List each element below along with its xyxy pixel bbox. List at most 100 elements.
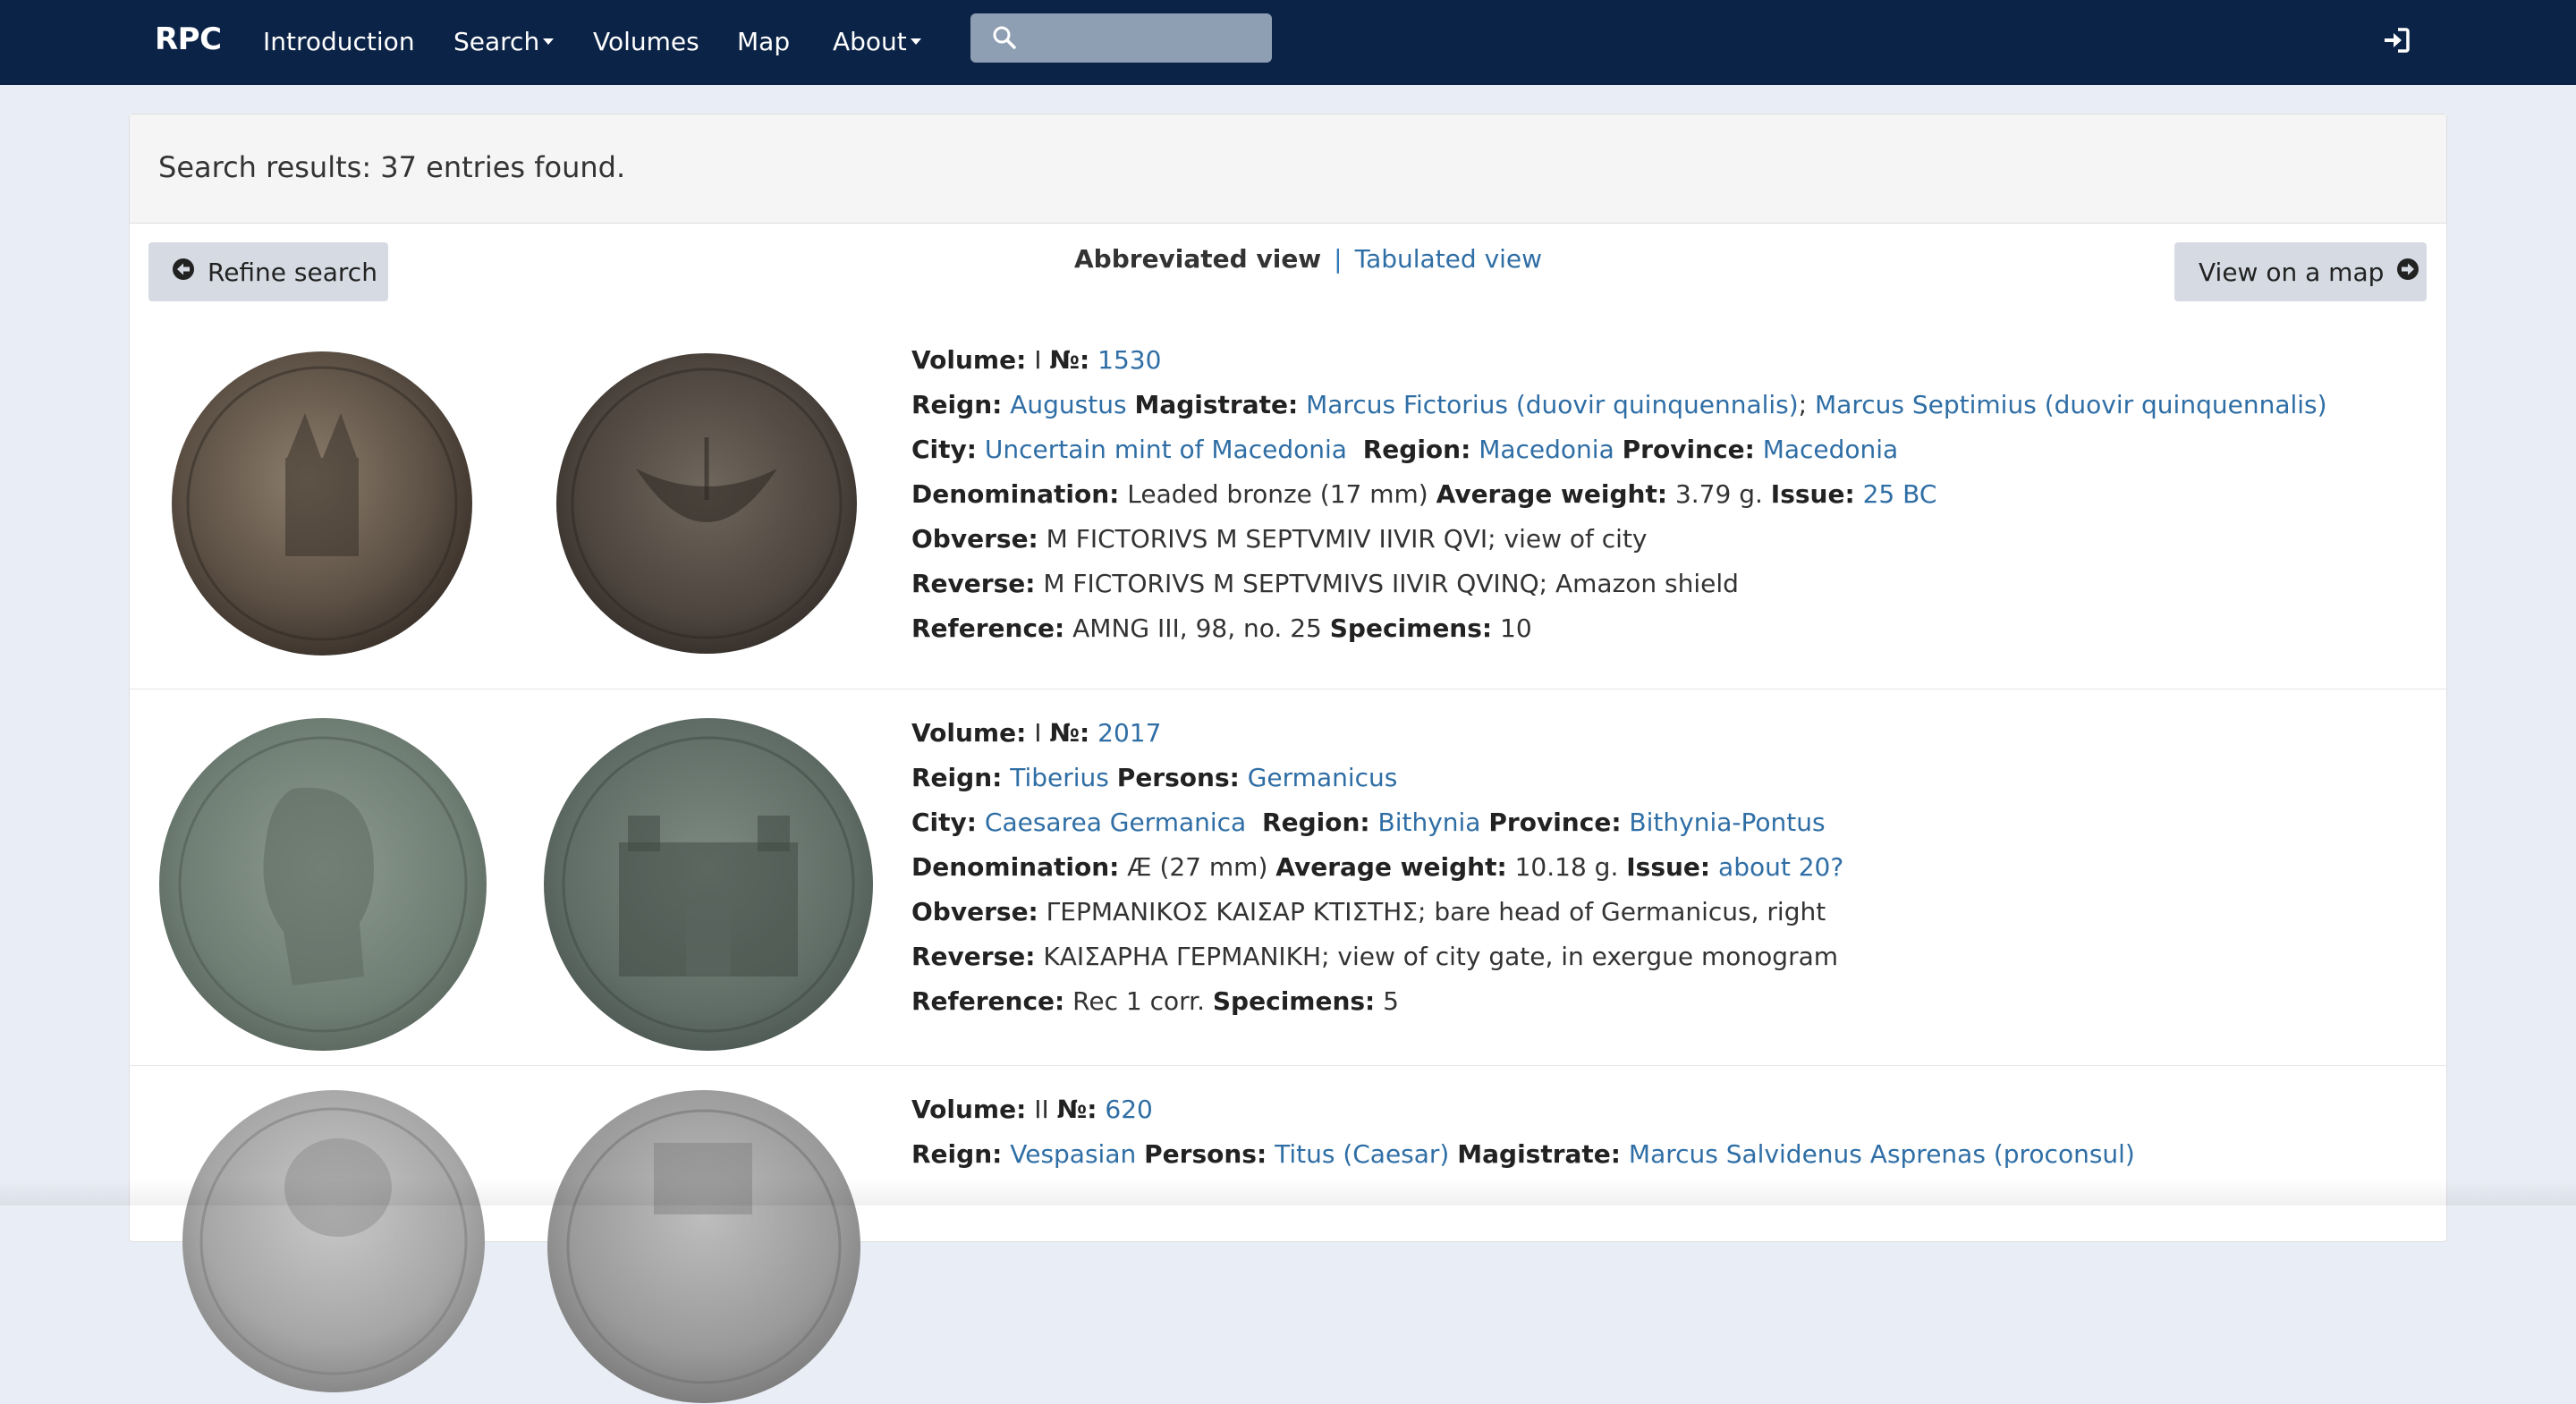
sign-in-icon[interactable]: [2381, 25, 2411, 59]
reverse-value: ΚΑΙΣΑΡΗΑ ΓΕΡΜΑΝΙΚΗ; view of city gate, i…: [1043, 942, 1839, 971]
magistrate-link[interactable]: Marcus Septimius (duovir quinquennalis): [1815, 390, 2327, 419]
region-link[interactable]: Bithynia: [1378, 808, 1481, 837]
coin-reverse-image[interactable]: [547, 1089, 861, 1404]
nav-about-label: About: [833, 27, 907, 56]
denomination-value: Leaded bronze (17 mm): [1127, 479, 1428, 509]
coin-obverse-image[interactable]: [171, 351, 473, 656]
volume-label: Volume:: [911, 718, 1027, 748]
nav-about-menu[interactable]: About: [833, 27, 921, 56]
province-link[interactable]: Macedonia: [1763, 435, 1899, 464]
magistrate-label: Magistrate:: [1457, 1139, 1621, 1169]
coin-obverse-image[interactable]: [182, 1089, 486, 1393]
specimens-label: Specimens:: [1329, 613, 1493, 643]
number-label: №:: [1049, 718, 1090, 748]
volume-label: Volume:: [911, 1095, 1027, 1124]
nav-map[interactable]: Map: [737, 27, 790, 56]
magistrate-link[interactable]: Marcus Salvidenus Asprenas (proconsul): [1629, 1139, 2135, 1169]
weight-value: 3.79 g.: [1674, 479, 1763, 509]
obverse-label: Obverse:: [911, 524, 1038, 554]
result-entry: Volume: I №: 2017 Reign: Tiberius Person…: [130, 711, 2446, 1069]
reference-label: Reference:: [911, 613, 1065, 643]
reverse-label: Reverse:: [911, 942, 1036, 971]
reference-label: Reference:: [911, 986, 1065, 1016]
issue-label: Issue:: [1770, 479, 1855, 509]
city-link[interactable]: Uncertain mint of Macedonia: [985, 435, 1347, 464]
top-navbar: RPC Introduction Search Volumes Map Abou…: [0, 0, 2576, 85]
reign-link[interactable]: Vespasian: [1010, 1139, 1136, 1169]
region-label: Region:: [1262, 808, 1370, 837]
city-label: City:: [911, 435, 977, 464]
reference-value: AMNG III, 98, no. 25: [1072, 613, 1322, 643]
coin-number-link[interactable]: 2017: [1097, 718, 1161, 748]
province-label: Province:: [1622, 435, 1755, 464]
issue-link[interactable]: about 20?: [1718, 852, 1843, 882]
view-on-map-label: View on a map: [2199, 257, 2385, 287]
weight-label: Average weight:: [1436, 479, 1668, 509]
tabulated-view-link[interactable]: Tabulated view: [1355, 244, 1542, 274]
volume-value: II: [1034, 1095, 1049, 1124]
search-input[interactable]: [970, 13, 1272, 63]
specimens-label: Specimens:: [1212, 986, 1376, 1016]
brand-logo[interactable]: RPC: [155, 21, 222, 57]
arrow-circle-right-icon: [2384, 258, 2419, 287]
denomination-value: Æ (27 mm): [1127, 852, 1268, 882]
view-separator: |: [1334, 244, 1343, 274]
entry-details: Volume: I №: 1530 Reign: Augustus Magist…: [911, 345, 2327, 643]
persons-link[interactable]: Titus (Caesar): [1275, 1139, 1449, 1169]
volume-value: I: [1034, 345, 1042, 375]
reference-value: Rec 1 corr.: [1072, 986, 1205, 1016]
number-label: №:: [1049, 345, 1090, 375]
coin-number-link[interactable]: 620: [1105, 1095, 1152, 1124]
nav-introduction[interactable]: Introduction: [263, 27, 415, 56]
results-count: Search results: 37 entries found.: [158, 150, 626, 184]
nav-search-label: Search: [453, 27, 540, 56]
reign-label: Reign:: [911, 763, 1003, 792]
specimens-value: 5: [1383, 986, 1399, 1016]
arrow-circle-left-icon: [172, 258, 208, 287]
nav-volumes[interactable]: Volumes: [593, 27, 699, 56]
bottom-shadow: [0, 1179, 2576, 1205]
result-entry: Volume: II №: 620 Reign: Vespasian Perso…: [130, 1087, 2446, 1403]
issue-label: Issue:: [1626, 852, 1711, 882]
persons-label: Persons:: [1116, 763, 1240, 792]
view-switcher: Abbreviated view | Tabulated view: [1074, 244, 1542, 274]
reign-label: Reign:: [911, 390, 1003, 419]
region-label: Region:: [1362, 435, 1471, 464]
specimens-value: 10: [1500, 613, 1532, 643]
refine-search-label: Refine search: [208, 257, 377, 287]
magistrate-label: Magistrate:: [1134, 390, 1299, 419]
coin-number-link[interactable]: 1530: [1097, 345, 1161, 375]
search-icon: [992, 25, 1017, 54]
region-link[interactable]: Macedonia: [1479, 435, 1614, 464]
weight-value: 10.18 g.: [1514, 852, 1619, 882]
view-on-map-button[interactable]: View on a map: [2174, 242, 2427, 301]
results-heading: Search results: 37 entries found.: [130, 114, 2446, 224]
city-link[interactable]: Caesarea Germanica: [985, 808, 1246, 837]
entry-details: Volume: II №: 620 Reign: Vespasian Perso…: [911, 1087, 2135, 1177]
denomination-label: Denomination:: [911, 852, 1120, 882]
weight-label: Average weight:: [1275, 852, 1507, 882]
reign-link[interactable]: Augustus: [1010, 390, 1126, 419]
province-label: Province:: [1488, 808, 1622, 837]
coin-obverse-image[interactable]: [158, 717, 487, 1052]
city-label: City:: [911, 808, 977, 837]
coin-reverse-image[interactable]: [543, 717, 874, 1052]
persons-link[interactable]: Germanicus: [1248, 763, 1398, 792]
obverse-value: ΓΕΡΜΑΝΙΚΟΣ ΚΑΙΣΑΡ ΚΤΙΣΤΗΣ; bare head of …: [1046, 897, 1826, 926]
coin-reverse-image[interactable]: [555, 352, 858, 655]
reign-link[interactable]: Tiberius: [1010, 763, 1109, 792]
magistrate-link[interactable]: Marcus Fictorius (duovir quinquennalis): [1306, 390, 1799, 419]
nav-search-menu[interactable]: Search: [453, 27, 555, 56]
results-panel: Search results: 37 entries found. Refine…: [129, 114, 2447, 1403]
obverse-value: M FICTORIVS M SEPTVMIV IIVIR QVI; view o…: [1046, 524, 1648, 554]
volume-label: Volume:: [911, 345, 1027, 375]
reverse-label: Reverse:: [911, 569, 1036, 598]
reign-label: Reign:: [911, 1139, 1003, 1169]
chevron-down-icon: [910, 38, 921, 45]
refine-search-button[interactable]: Refine search: [148, 242, 388, 301]
abbreviated-view-label: Abbreviated view: [1074, 244, 1322, 274]
persons-label: Persons:: [1144, 1139, 1267, 1169]
issue-link[interactable]: 25 BC: [1863, 479, 1937, 509]
province-link[interactable]: Bithynia-Pontus: [1629, 808, 1825, 837]
number-label: №:: [1056, 1095, 1097, 1124]
